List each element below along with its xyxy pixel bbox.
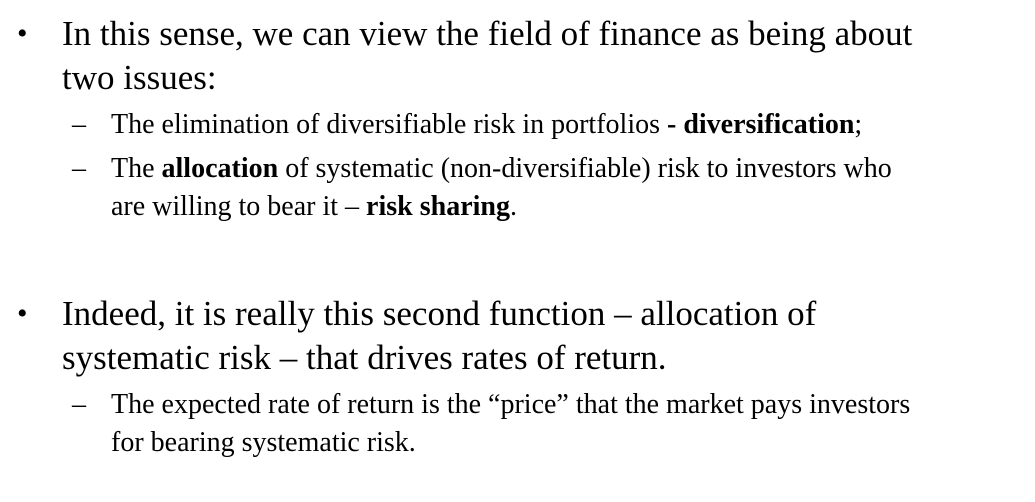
bold-run: - diversification [667, 109, 855, 140]
sub-bullet-1-2-line-2: are willing to bear it – risk sharing. [111, 188, 1035, 226]
bold-run: allocation [161, 153, 279, 184]
bullet-2-line-2: systematic risk – that drives rates of r… [62, 338, 667, 377]
text-run: The elimination of diversifiable risk in… [111, 109, 667, 140]
sub-bullet-1-2: – The allocation of systematic (non-dive… [0, 150, 1035, 226]
bold-run: risk sharing [366, 191, 510, 222]
slide: • In this sense, we can view the field o… [0, 0, 1035, 502]
bullet-marker: • [17, 297, 28, 330]
sub-bullet-2-1-line-1: The expected rate of return is the “pric… [111, 389, 911, 420]
text-run: The [111, 153, 162, 184]
bullet-1-line-2: two issues: [62, 58, 217, 97]
sub-bullet-1-2-line-1: The allocation of systematic (non-divers… [111, 150, 1035, 188]
bullet-2: • Indeed, it is really this second funct… [0, 292, 1035, 462]
bullet-marker: • [17, 17, 28, 50]
text-run: of systematic (non-diversifiable) risk t… [278, 153, 892, 184]
sub-bullet-2-1: – The expected rate of return is the “pr… [0, 386, 1035, 462]
dash-marker: – [72, 109, 86, 140]
text-run: . [509, 191, 517, 222]
dash-marker: – [72, 389, 86, 420]
bullet-2-line-1: Indeed, it is really this second functio… [62, 294, 817, 333]
text-run: ; [854, 109, 863, 140]
dash-marker: – [72, 153, 86, 184]
bullet-1-text: • In this sense, we can view the field o… [0, 12, 1035, 100]
bullet-2-text: • Indeed, it is really this second funct… [0, 292, 1035, 380]
sub-bullet-2-1-line-2: for bearing systematic risk. [111, 427, 416, 458]
bullet-1: • In this sense, we can view the field o… [0, 12, 1035, 226]
sub-bullet-1-1-line-1: The elimination of diversifiable risk in… [111, 106, 1035, 144]
bullet-1-line-1: In this sense, we can view the field of … [62, 14, 913, 53]
sub-bullet-1-1: – The elimination of diversifiable risk … [0, 106, 1035, 144]
text-run: are willing to bear it – [111, 191, 367, 222]
